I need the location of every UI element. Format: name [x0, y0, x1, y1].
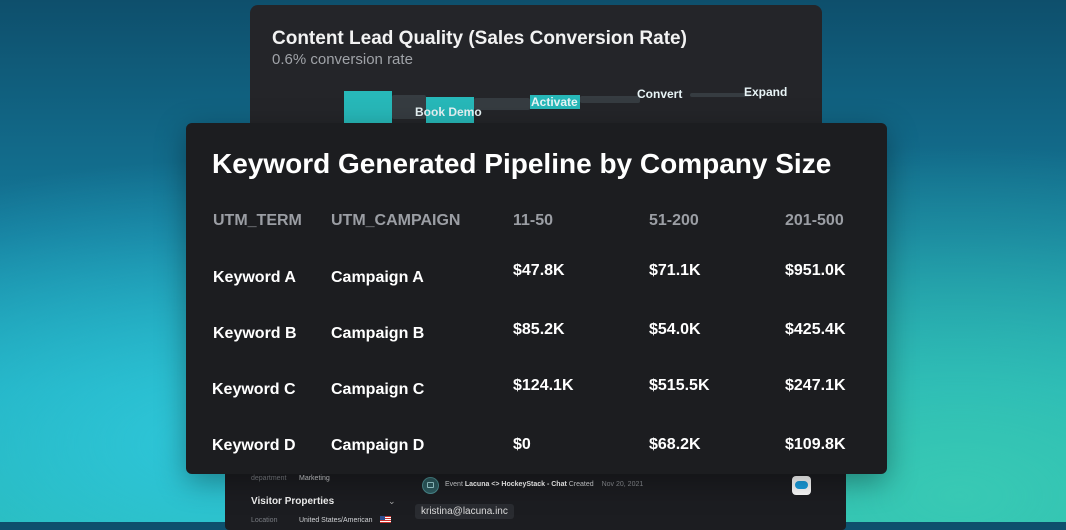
table-cell-campaign: Campaign C	[331, 381, 425, 398]
table-cell-value: $0	[513, 436, 531, 453]
funnel-bar-entry	[344, 91, 392, 123]
pipeline-table-title: Keyword Generated Pipeline by Company Si…	[212, 148, 832, 179]
table-cell-value: $68.2K	[649, 436, 701, 453]
table-cell-term: Keyword B	[213, 325, 297, 342]
column-header-51-200: 51-200	[649, 212, 699, 229]
table-cell-value: $54.0K	[649, 321, 701, 338]
table-cell-value: $71.1K	[649, 262, 701, 279]
funnel-card-subtitle: 0.6% conversion rate	[272, 51, 413, 68]
funnel-card-title: Content Lead Quality (Sales Conversion R…	[272, 28, 687, 49]
table-cell-campaign: Campaign D	[331, 437, 425, 454]
column-header-utm-term: UTM_TERM	[213, 212, 302, 229]
location-label: Location	[251, 517, 278, 524]
stage-label-activate: Activate	[531, 95, 578, 109]
table-cell-value: $85.2K	[513, 321, 565, 338]
column-header-utm-campaign: UTM_CAMPAIGN	[331, 212, 461, 229]
table-cell-campaign: Campaign B	[331, 325, 425, 342]
visitor-properties-heading[interactable]: Visitor Properties	[251, 496, 334, 507]
column-header-11-50: 11-50	[513, 212, 554, 229]
stage-label-expand: Expand	[744, 85, 788, 99]
table-cell-value: $47.8K	[513, 262, 565, 279]
table-cell-value: $124.1K	[513, 377, 574, 394]
funnel-flow	[690, 93, 750, 97]
stage-label-book-demo: Book Demo	[415, 105, 482, 119]
table-cell-term: Keyword D	[212, 437, 296, 454]
stage-label-convert: Convert	[637, 87, 683, 101]
event-date: Nov 20, 2021	[601, 481, 644, 488]
funnel-flow	[580, 96, 640, 103]
department-value: Marketing	[299, 475, 330, 482]
table-cell-value: $425.4K	[785, 321, 846, 338]
event-name: Lacuna <> HockeyStack - Chat	[464, 481, 567, 488]
calendar-icon	[422, 477, 439, 494]
table-cell-value: $247.1K	[785, 377, 846, 394]
table-cell-campaign: Campaign A	[331, 269, 424, 286]
location-value: United States/American	[299, 517, 373, 524]
table-cell-value: $109.8K	[785, 436, 846, 453]
event-suffix: Created	[568, 481, 594, 488]
pipeline-table-card: Keyword Generated Pipeline by Company Si…	[186, 123, 887, 474]
visitor-email[interactable]: kristina@lacuna.inc	[415, 504, 514, 519]
table-cell-term: Keyword C	[212, 381, 296, 398]
table-cell-value: $951.0K	[785, 262, 846, 279]
salesforce-cloud-icon[interactable]	[792, 476, 811, 495]
funnel-flow	[474, 98, 530, 110]
chevron-down-icon[interactable]: ⌄	[388, 496, 396, 507]
event-entry[interactable]: Event Lacuna <> HockeyStack - Chat Creat…	[445, 481, 643, 488]
column-header-201-500: 201-500	[785, 212, 844, 229]
event-prefix: Event	[445, 481, 463, 488]
table-cell-term: Keyword A	[213, 269, 296, 286]
table-cell-value: $515.5K	[649, 377, 710, 394]
department-label: department	[251, 475, 287, 482]
